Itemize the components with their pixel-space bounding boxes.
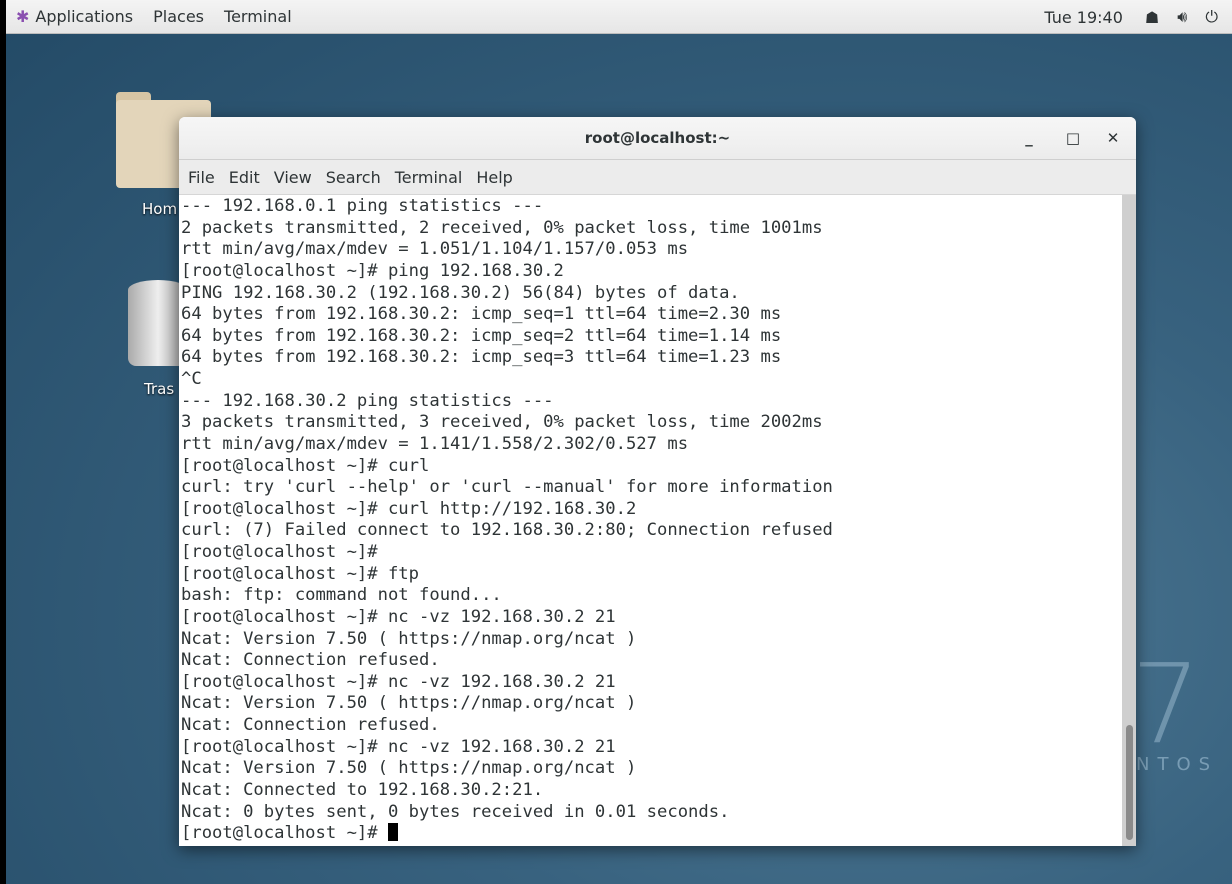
terminal-line: [root@localhost ~]# nc -vz 192.168.30.2 … [181,736,616,757]
applications-menu[interactable]: Applications [35,7,145,26]
clock[interactable]: Tue 19:40 [1044,8,1123,27]
terminal-line: bash: ftp: command not found... [181,585,502,606]
menu-file[interactable]: File [181,168,222,187]
menu-edit[interactable]: Edit [222,168,267,187]
close-button[interactable]: ✕ [1098,117,1128,160]
terminal-line: rtt min/avg/max/mdev = 1.051/1.104/1.157… [181,239,689,260]
terminal-line: Ncat: Version 7.50 ( https://nmap.org/nc… [181,758,637,779]
terminal-line: Ncat: Connected to 192.168.30.2:21. [181,779,544,800]
centos-logo-text: NTOS [1136,754,1219,775]
home-label[interactable]: Hom [142,200,177,218]
window-title: root@localhost:~ [584,129,731,147]
terminal-line: Ncat: Version 7.50 ( https://nmap.org/nc… [181,628,637,649]
centos-logo-number: 7 [1131,640,1201,768]
terminal-line: [root@localhost ~]# ping 192.168.30.2 [181,260,564,281]
trash-label[interactable]: Tras [144,380,174,398]
prompt: [root@localhost ~]# [181,823,388,844]
minimize-button[interactable]: _ [1014,117,1044,160]
scrollbar-thumb[interactable] [1126,725,1133,840]
terminal-line: curl: try 'curl --help' or 'curl --manua… [181,477,833,498]
terminal-line: 64 bytes from 192.168.30.2: icmp_seq=2 t… [181,325,782,346]
places-menu[interactable]: Places [153,7,216,26]
terminal-line: Ncat: Version 7.50 ( https://nmap.org/nc… [181,693,637,714]
terminal-line: 64 bytes from 192.168.30.2: icmp_seq=3 t… [181,347,782,368]
power-icon[interactable]: ⏻ [1205,7,1218,27]
terminal-line: rtt min/avg/max/mdev = 1.141/1.558/2.302… [181,433,689,454]
terminal-line: Ncat: 0 bytes sent, 0 bytes received in … [181,801,730,822]
terminal-line: 3 packets transmitted, 3 received, 0% pa… [181,412,823,433]
terminal-line: [root@localhost ~]# nc -vz 192.168.30.2 … [181,671,616,692]
terminal-line: PING 192.168.30.2 (192.168.30.2) 56(84) … [181,282,740,303]
cursor [387,823,398,842]
terminal-line: [root@localhost ~]# curl [181,455,430,476]
title-bar[interactable]: root@localhost:~ _ □ ✕ [179,117,1136,160]
terminal-line: Ncat: Connection refused. [181,715,440,735]
scrollbar[interactable] [1122,195,1136,846]
top-bar: ✱ Applications Places Terminal Tue 19:40… [6,0,1232,34]
terminal-line: 2 packets transmitted, 2 received, 0% pa… [181,217,823,238]
terminal-line: 64 bytes from 192.168.30.2: icmp_seq=1 t… [181,304,782,325]
terminal-line: curl: (7) Failed connect to 192.168.30.2… [181,520,833,541]
menu-bar: File Edit View Search Terminal Help [179,160,1136,195]
terminal-line: --- 192.168.0.1 ping statistics --- [181,196,544,216]
terminal-line: --- 192.168.30.2 ping statistics --- [181,390,554,411]
terminal-line: [root@localhost ~]# [181,542,378,562]
terminal-app-menu[interactable]: Terminal [224,7,304,26]
applications-icon: ✱ [16,7,30,26]
terminal-window: root@localhost:~ _ □ ✕ File Edit View Se… [179,117,1136,846]
terminal-output[interactable]: --- 192.168.0.1 ping statistics --- 2 pac… [179,195,1122,846]
terminal-line: [root@localhost ~]# ftp [181,563,419,584]
menu-search[interactable]: Search [319,168,388,187]
menu-terminal[interactable]: Terminal [388,168,470,187]
terminal-line: ^C [181,369,202,389]
volume-icon[interactable]: 🔊︎ [1177,7,1187,27]
maximize-button[interactable]: □ [1058,117,1088,160]
terminal-line: [root@localhost ~]# curl http://192.168.… [181,498,637,519]
terminal-line: Ncat: Connection refused. [181,650,440,671]
terminal-prompt-line[interactable]: [root@localhost ~]# [181,823,1122,845]
network-icon[interactable]: ☗ [1145,8,1159,27]
menu-help[interactable]: Help [469,168,519,187]
menu-view[interactable]: View [267,168,319,187]
terminal-line: [root@localhost ~]# nc -vz 192.168.30.2 … [181,606,616,627]
